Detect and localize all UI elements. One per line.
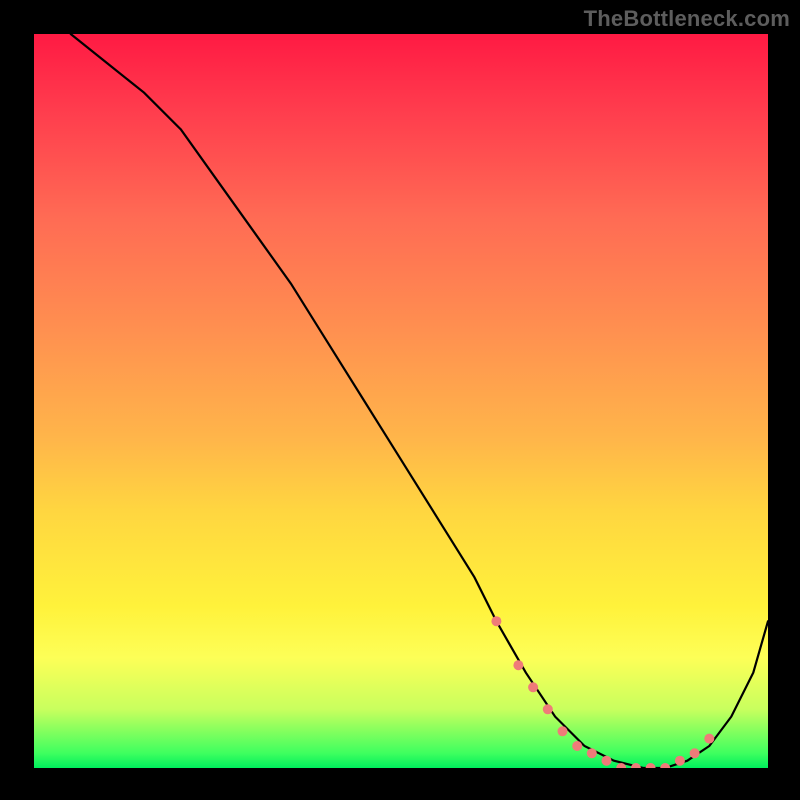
highlight-dot <box>572 741 582 751</box>
watermark-text: TheBottleneck.com <box>584 6 790 32</box>
highlight-dot <box>704 734 714 744</box>
highlight-dot <box>491 616 501 626</box>
highlight-dots <box>491 616 714 768</box>
highlight-dot <box>646 763 656 768</box>
highlight-dot <box>543 704 553 714</box>
bottleneck-curve <box>34 34 768 768</box>
highlight-dot <box>675 756 685 766</box>
curve-path <box>71 34 768 768</box>
highlight-dot <box>558 726 568 736</box>
highlight-dot <box>690 748 700 758</box>
highlight-dot <box>631 763 641 768</box>
highlight-dot <box>660 763 670 768</box>
highlight-dot <box>528 682 538 692</box>
highlight-dot <box>587 748 597 758</box>
plot-area <box>34 34 768 768</box>
highlight-dot <box>602 756 612 766</box>
highlight-dot <box>513 660 523 670</box>
chart-frame: TheBottleneck.com <box>0 0 800 800</box>
